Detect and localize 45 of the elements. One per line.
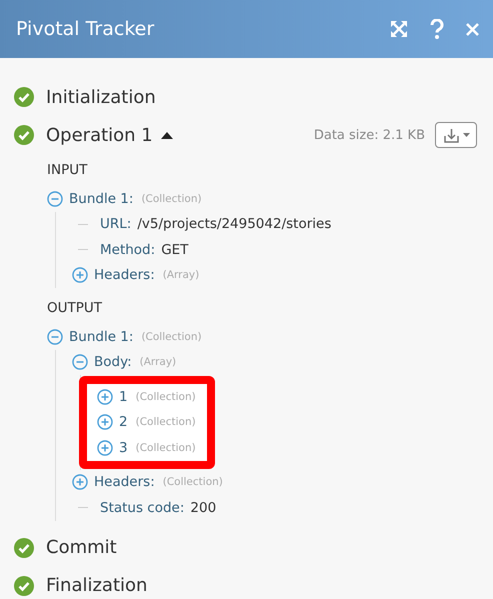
step-label[interactable]: Operation 1 (46, 124, 153, 146)
type-label: (Collection) (141, 330, 202, 343)
download-icon (442, 126, 460, 144)
section-heading: OUTPUT (47, 299, 104, 318)
expand-icon[interactable] (97, 414, 113, 430)
expand-icon[interactable] (97, 440, 113, 456)
close-icon[interactable] (466, 22, 479, 36)
field-value: /v5/projects/2495042/stories (137, 216, 332, 232)
step-label[interactable]: Initialization (46, 86, 156, 108)
collapse-icon[interactable] (47, 190, 63, 207)
field-value: GET (161, 242, 188, 258)
field-key: Status code: (100, 500, 184, 516)
step-label[interactable]: Commit (46, 537, 117, 558)
tree-key[interactable]: Bundle 1: (69, 328, 134, 345)
expand-icon[interactable] (72, 474, 88, 490)
caret-icon[interactable] (160, 131, 173, 139)
collapse-icon[interactable] (47, 328, 63, 345)
type-label: (Array) (162, 269, 200, 282)
expand-icon[interactable] (72, 267, 88, 284)
collapse-icon[interactable] (72, 354, 88, 370)
tree-key[interactable]: Headers: (94, 267, 155, 284)
data-size: Data size: 2.1 KB (314, 128, 425, 142)
caret-icon (462, 133, 470, 137)
help-icon[interactable] (430, 19, 444, 39)
tree-key[interactable]: 1 (119, 388, 128, 405)
type-label: (Collection) (136, 416, 196, 428)
tree-key[interactable]: 3 (119, 440, 128, 456)
tree-key[interactable]: Bundle 1: (69, 190, 134, 207)
type-label: (Array) (140, 356, 176, 368)
type-label: (Collection) (141, 192, 202, 205)
type-label: (Collection) (136, 390, 196, 403)
tree-key[interactable]: 2 (119, 414, 128, 430)
expand-icon[interactable] (97, 388, 113, 405)
download-button[interactable] (435, 122, 477, 148)
window-title: Pivotal Tracker (16, 18, 156, 40)
step-label[interactable]: Finalization (46, 575, 148, 596)
tree-key[interactable]: Body: (94, 354, 132, 370)
expand-icon[interactable] (390, 20, 408, 38)
field-key: Method: (100, 242, 156, 258)
section-heading: INPUT (47, 161, 88, 180)
type-label: (Collection) (136, 442, 196, 454)
field-value: 200 (190, 500, 216, 516)
tree-key[interactable]: Headers: (94, 474, 155, 490)
field-key: URL: (100, 216, 132, 232)
type-label: (Collection) (162, 476, 223, 488)
